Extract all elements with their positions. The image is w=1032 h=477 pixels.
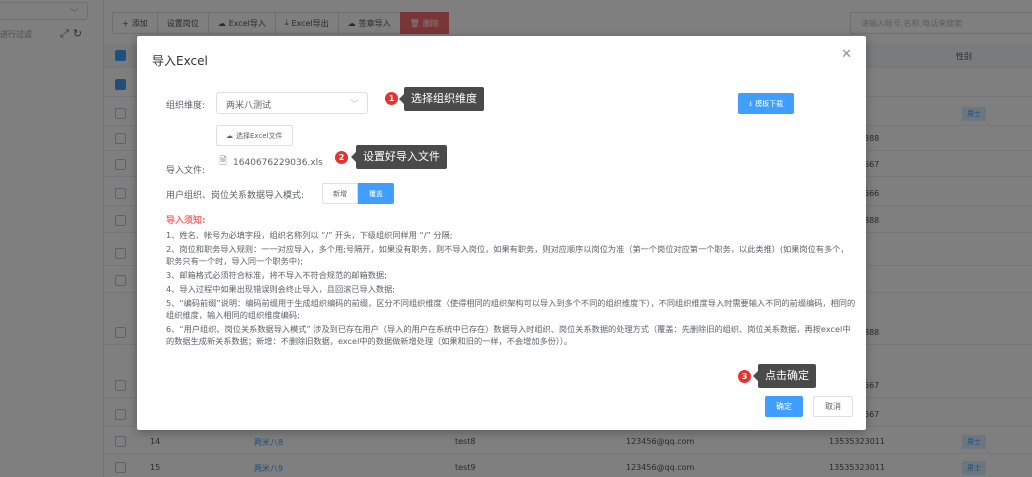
org-dimension-label: 组织维度: xyxy=(166,101,206,111)
note-item: 2、岗位和职务导入规则：一一对应导入，多个用;号隔开，如果没有职务，则不导入岗位… xyxy=(166,244,849,266)
notice-title: 导入须知: xyxy=(166,216,206,226)
callout-badge-2: 2 xyxy=(335,151,348,164)
import-mode-switch: 新增 覆盖 xyxy=(322,183,394,204)
confirm-button[interactable]: 确定 xyxy=(765,396,803,417)
note-item: 4、导入过程中如果出现错误则会终止导入，且回滚已导入数据; xyxy=(166,284,396,294)
file-name: 1640676229036.xls xyxy=(233,157,323,168)
callout-badge-3: 3 xyxy=(738,370,751,383)
org-dimension-select[interactable]: 两米八测试 ﹀ xyxy=(216,92,368,114)
document-icon: 🗎 xyxy=(219,156,228,167)
mode-new-button[interactable]: 新增 xyxy=(322,183,358,204)
selected-file: 🗎 1640676229036.xls xyxy=(219,154,323,171)
dialog-title: 导入Excel xyxy=(152,54,208,68)
close-icon[interactable]: ✕ xyxy=(841,47,852,62)
mode-cover-button[interactable]: 覆盖 xyxy=(358,183,394,204)
cloud-upload-icon: ☁ xyxy=(226,131,233,140)
import-mode-label: 用户组织、岗位关系数据导入模式: xyxy=(166,191,305,201)
callout-tip-3: 点击确定 xyxy=(753,364,816,388)
note-item: 5、“编码前缀”说明：编码前缀用于生成组织编码的前缀，区分不同组织维度（使得相同… xyxy=(166,298,856,320)
callout-badge-1: 1 xyxy=(385,92,398,105)
cancel-button[interactable]: 取消 xyxy=(813,396,853,417)
download-icon: ⤓ xyxy=(749,99,753,107)
note-item: 3、邮箱格式必须符合标准，将不导入不符合规范的邮箱数据; xyxy=(166,270,387,280)
import-notes: 1、姓名、帐号为必填字段，组织名称列以 “/” 开头，下级组织同样用 “/” 分… xyxy=(166,229,856,349)
callout-tip-2: 设置好导入文件 xyxy=(351,145,447,169)
template-download-button[interactable]: ⤓ 模板下载 xyxy=(738,93,795,114)
chevron-down-icon: ﹀ xyxy=(349,100,359,110)
choose-excel-file-button[interactable]: ☁ 选择Excel文件 xyxy=(216,125,293,146)
note-item: 1、姓名、帐号为必填字段，组织名称列以 “/” 开头，下级组织同样用 “/” 分… xyxy=(166,230,453,240)
import-file-label: 导入文件: xyxy=(166,166,206,176)
callout-tip-1: 选择组织维度 xyxy=(399,87,484,111)
note-item: 6、“用户组织、岗位关系数据导入模式” 涉及到已存在用户（导入的用户在系统中已存… xyxy=(166,324,851,346)
